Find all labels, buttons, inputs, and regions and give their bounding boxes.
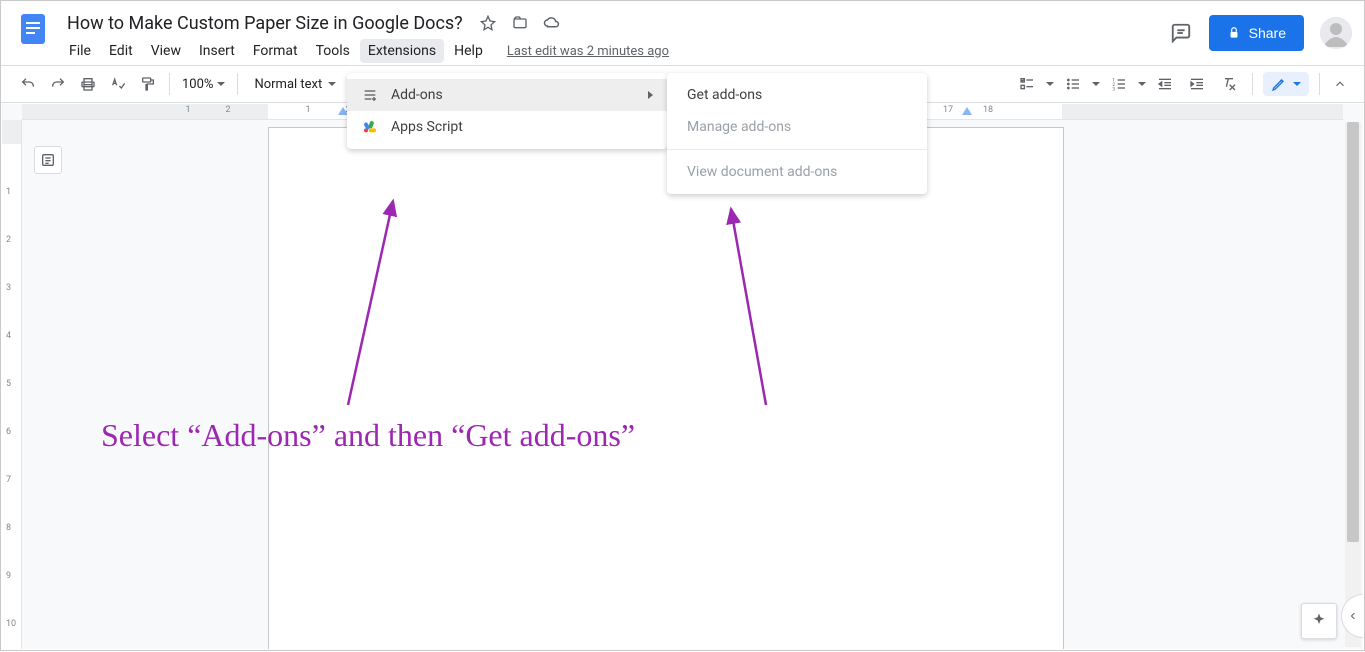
- menubar: File Edit View Insert Format Tools Exten…: [61, 37, 1169, 65]
- menu-format[interactable]: Format: [245, 39, 306, 63]
- title-row: How to Make Custom Paper Size in Google …: [61, 9, 1169, 37]
- redo-button[interactable]: [45, 71, 71, 97]
- document-page[interactable]: [268, 127, 1064, 649]
- menu-item-label: Manage add-ons: [687, 119, 913, 135]
- separator: [1319, 73, 1320, 95]
- ruler-number: 8: [6, 523, 11, 533]
- apps-script-icon: [361, 118, 379, 136]
- ruler-number: 3: [6, 283, 11, 293]
- checklist-button[interactable]: [1014, 71, 1040, 97]
- clear-formatting-button[interactable]: [1216, 71, 1242, 97]
- print-button[interactable]: [75, 71, 101, 97]
- style-value: Normal text: [254, 77, 322, 92]
- editing-mode-button[interactable]: [1263, 72, 1309, 96]
- submenu-arrow-icon: [648, 91, 653, 99]
- last-edit-link[interactable]: Last edit was 2 minutes ago: [507, 44, 669, 59]
- lock-icon: [1227, 26, 1241, 40]
- hide-menus-button[interactable]: [1330, 74, 1350, 94]
- ruler-number: 6: [6, 427, 11, 437]
- chevron-down-icon: [217, 82, 225, 86]
- numbered-list-button[interactable]: 123: [1106, 71, 1132, 97]
- menu-insert[interactable]: Insert: [191, 39, 243, 63]
- star-icon[interactable]: [479, 14, 497, 32]
- spellcheck-button[interactable]: [105, 71, 131, 97]
- ruler-number: 7: [6, 475, 11, 485]
- share-label: Share: [1249, 25, 1286, 41]
- menu-help[interactable]: Help: [446, 39, 491, 63]
- menu-item-apps-script[interactable]: Apps Script: [347, 111, 667, 143]
- ruler-number: 1: [185, 105, 190, 115]
- extensions-dropdown: Add-ons Apps Script: [347, 73, 667, 149]
- paragraph-style-selector[interactable]: Normal text: [246, 77, 344, 92]
- ruler-number: 10: [6, 619, 16, 629]
- right-indent-marker[interactable]: [962, 107, 972, 115]
- chevron-down-icon[interactable]: [1092, 82, 1100, 86]
- doc-title[interactable]: How to Make Custom Paper Size in Google …: [61, 11, 469, 36]
- menu-item-label: Apps Script: [391, 119, 653, 135]
- chevron-down-icon: [1293, 82, 1301, 86]
- title-icons: [479, 14, 561, 32]
- menu-edit[interactable]: Edit: [101, 39, 141, 63]
- explore-button[interactable]: [1301, 603, 1337, 639]
- decrease-indent-button[interactable]: [1152, 71, 1178, 97]
- separator: [1252, 73, 1253, 95]
- separator: [169, 73, 170, 95]
- move-icon[interactable]: [511, 14, 529, 32]
- menu-item-label: Get add-ons: [687, 87, 913, 103]
- ruler-number: 1: [305, 105, 310, 115]
- menu-divider: [667, 149, 927, 150]
- ruler-number: 17: [943, 105, 953, 115]
- bulleted-list-button[interactable]: [1060, 71, 1086, 97]
- ruler-number: 18: [983, 105, 993, 115]
- svg-text:3: 3: [1112, 87, 1115, 92]
- menu-item-addons[interactable]: Add-ons: [347, 79, 667, 111]
- zoom-selector[interactable]: 100%: [178, 77, 229, 92]
- menu-item-label: Add-ons: [391, 87, 636, 103]
- submenu-manage-addons: Manage add-ons: [667, 111, 927, 143]
- pencil-icon: [1271, 76, 1287, 92]
- cloud-status-icon[interactable]: [543, 14, 561, 32]
- addons-submenu: Get add-ons Manage add-ons View document…: [667, 73, 927, 194]
- header: How to Make Custom Paper Size in Google …: [1, 1, 1364, 65]
- submenu-get-addons[interactable]: Get add-ons: [667, 79, 927, 111]
- header-right: Share: [1169, 9, 1352, 51]
- document-outline-button[interactable]: [34, 146, 62, 174]
- ruler-number: 1: [6, 187, 11, 197]
- menu-view[interactable]: View: [143, 39, 189, 63]
- ruler-number: 9: [6, 571, 11, 581]
- annotation-text: Select “Add-ons” and then “Get add-ons”: [101, 417, 635, 454]
- ruler-number: 2: [225, 105, 230, 115]
- scrollbar-thumb[interactable]: [1347, 122, 1359, 542]
- ruler-number: 2: [6, 235, 11, 245]
- increase-indent-button[interactable]: [1184, 71, 1210, 97]
- menu-tools[interactable]: Tools: [308, 39, 358, 63]
- chevron-down-icon[interactable]: [1046, 82, 1054, 86]
- title-area: How to Make Custom Paper Size in Google …: [61, 9, 1169, 65]
- share-button[interactable]: Share: [1209, 15, 1304, 51]
- paint-format-button[interactable]: [135, 71, 161, 97]
- vertical-ruler[interactable]: 1234567891011: [2, 120, 22, 649]
- docs-logo-icon[interactable]: [13, 9, 53, 49]
- separator: [237, 73, 238, 95]
- menu-file[interactable]: File: [61, 39, 99, 63]
- menu-extensions[interactable]: Extensions: [360, 39, 444, 63]
- chevron-down-icon[interactable]: [1138, 82, 1146, 86]
- comments-icon[interactable]: [1169, 21, 1193, 45]
- undo-button[interactable]: [15, 71, 41, 97]
- menu-item-label: View document add-ons: [687, 164, 913, 180]
- chevron-down-icon: [328, 82, 336, 86]
- zoom-value: 100%: [182, 77, 213, 92]
- ruler-number: 5: [6, 379, 11, 389]
- toolbar-right: 123: [1014, 71, 1350, 97]
- submenu-view-doc-addons: View document add-ons: [667, 156, 927, 188]
- ruler-number: 4: [6, 331, 11, 341]
- addons-icon: [361, 86, 379, 104]
- avatar[interactable]: [1320, 17, 1352, 49]
- vertical-scrollbar[interactable]: [1345, 122, 1361, 647]
